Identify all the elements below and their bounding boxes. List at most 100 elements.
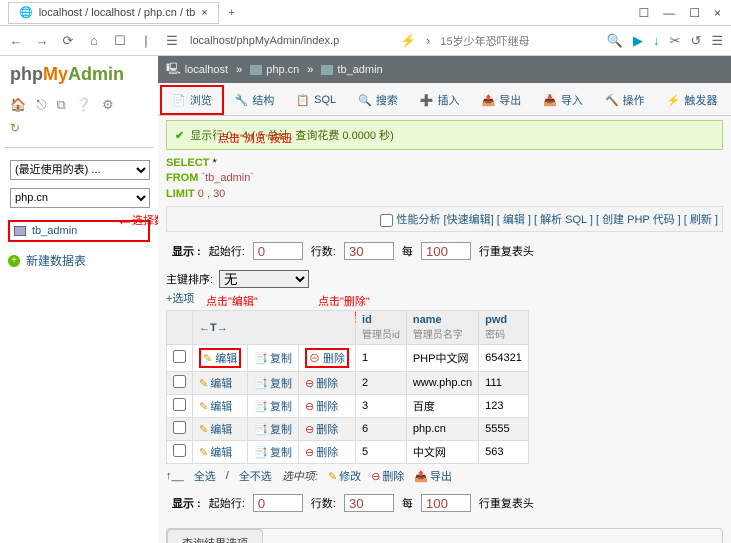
- pencil-icon: ✎: [328, 470, 337, 483]
- undo-icon[interactable]: ↺: [690, 33, 701, 49]
- row-copy[interactable]: 📑 复制: [254, 350, 292, 366]
- reload-button[interactable]: ⟳: [60, 33, 76, 49]
- profiling-checkbox[interactable]: [380, 214, 393, 227]
- row-copy[interactable]: 📑 复制: [254, 444, 292, 460]
- help-icon[interactable]: ❔: [76, 97, 92, 113]
- pencil-icon: ✎: [199, 423, 208, 436]
- cell-id: 1: [356, 345, 407, 372]
- search-hint[interactable]: 15岁少年恐吓继母: [440, 33, 540, 49]
- row-checkbox[interactable]: [173, 421, 186, 434]
- query-icon[interactable]: ⧉: [56, 97, 65, 113]
- col-id[interactable]: id管理员id: [356, 311, 407, 345]
- home-icon[interactable]: 🏠: [10, 97, 26, 113]
- close-tab-icon[interactable]: ×: [201, 7, 207, 19]
- row-copy[interactable]: 📑 复制: [254, 421, 292, 437]
- refresh-icon[interactable]: ↻: [10, 121, 20, 135]
- copy-icon: 📑: [254, 446, 268, 459]
- col-pwd[interactable]: pwd密码: [479, 311, 529, 345]
- row-edit[interactable]: ✎ 编辑: [199, 348, 241, 368]
- tab-sql[interactable]: 📋SQL: [285, 85, 347, 115]
- row-edit[interactable]: ✎ 编辑: [199, 421, 232, 437]
- tab-triggers[interactable]: ⚡触发器: [656, 85, 729, 115]
- db-icon: [250, 65, 262, 75]
- row-delete[interactable]: ⊖ 删除: [305, 375, 338, 391]
- home-button[interactable]: ⌂: [86, 33, 102, 48]
- row-delete[interactable]: ⊖ 删除: [305, 348, 349, 368]
- row-checkbox[interactable]: [173, 444, 186, 457]
- sql-query-display: SELECT * FROM `tb_admin` LIMIT 0 , 30: [166, 156, 723, 202]
- repeat-header-input-bottom[interactable]: [421, 494, 471, 512]
- rows-input[interactable]: [344, 242, 394, 260]
- close-window-button[interactable]: ×: [714, 6, 721, 20]
- back-button[interactable]: ←: [8, 33, 24, 48]
- menu-icon[interactable]: ☰: [711, 33, 723, 49]
- search-icon[interactable]: 🔍: [607, 33, 623, 49]
- start-row-input-bottom[interactable]: [253, 494, 303, 512]
- logout-icon[interactable]: ⎋: [36, 97, 46, 113]
- bulk-delete[interactable]: ⊖ 删除: [371, 468, 404, 484]
- options-toggle[interactable]: +选项: [166, 293, 194, 305]
- forward-button[interactable]: →: [34, 33, 50, 48]
- table-row: ✎ 编辑📑 复制⊖ 删除5中文网563: [167, 441, 529, 464]
- edit-link[interactable]: 编辑: [503, 214, 525, 226]
- cut-icon[interactable]: ✂: [670, 33, 681, 49]
- sort-select[interactable]: 无: [219, 270, 309, 288]
- tab-browse[interactable]: 📄浏览: [160, 85, 224, 115]
- pencil-icon: ✎: [199, 400, 208, 413]
- tab-structure[interactable]: 🔧结构: [224, 85, 286, 115]
- address-bar[interactable]: localhost/phpMyAdmin/index.p: [190, 35, 390, 47]
- row-edit[interactable]: ✎ 编辑: [199, 444, 232, 460]
- copy-icon: 📑: [254, 352, 268, 365]
- row-delete[interactable]: ⊖ 删除: [305, 398, 338, 414]
- row-edit[interactable]: ✎ 编辑: [199, 398, 232, 414]
- create-php-link[interactable]: 创建 PHP 代码: [602, 214, 675, 226]
- bookmark-button[interactable]: ☐: [112, 33, 128, 49]
- tab-insert[interactable]: ➕插入: [409, 85, 471, 115]
- new-tab-button[interactable]: +: [221, 2, 243, 24]
- select-none-link[interactable]: 全不选: [239, 468, 272, 484]
- row-checkbox[interactable]: [173, 375, 186, 388]
- tab-search[interactable]: 🔍搜索: [347, 85, 409, 115]
- tab-export[interactable]: 📤导出: [471, 85, 533, 115]
- breadcrumb-server[interactable]: 🖳localhost: [166, 60, 228, 79]
- table-icon: [14, 226, 26, 236]
- bookmark-icon[interactable]: ☐: [638, 6, 649, 20]
- tab-import[interactable]: 📥导入: [532, 85, 594, 115]
- tab-operations[interactable]: 🔨操作: [594, 85, 656, 115]
- quick-edit-link[interactable]: 快速编辑: [447, 214, 491, 226]
- row-delete[interactable]: ⊖ 删除: [305, 421, 338, 437]
- minimize-button[interactable]: —: [663, 6, 675, 20]
- database-select[interactable]: php.cn: [10, 188, 150, 208]
- sql-icon: 📋: [296, 94, 310, 107]
- data-table: ←T→ id管理员id name管理员名字 pwd密码 ✎ 编辑📑 复制⊖ 删除…: [166, 310, 529, 464]
- row-copy[interactable]: 📑 复制: [254, 375, 292, 391]
- new-table-link[interactable]: + 新建数据表: [8, 252, 150, 269]
- row-edit[interactable]: ✎ 编辑: [199, 375, 232, 391]
- cell-id: 3: [356, 395, 407, 418]
- recent-tables-select[interactable]: (最近使用的表) ...: [10, 160, 150, 180]
- settings-icon[interactable]: ⚙: [102, 97, 114, 113]
- refresh-link[interactable]: 刷新: [690, 214, 712, 226]
- search-icon: 🔍: [358, 94, 372, 107]
- maximize-button[interactable]: ☐: [689, 6, 700, 20]
- select-all-link[interactable]: 全选: [194, 468, 216, 484]
- breadcrumb-database[interactable]: php.cn: [250, 64, 299, 76]
- play-icon[interactable]: ▶: [633, 33, 643, 49]
- row-checkbox[interactable]: [173, 398, 186, 411]
- row-checkbox[interactable]: [173, 350, 186, 363]
- download-icon[interactable]: ↓: [653, 33, 660, 48]
- explain-link[interactable]: 解析 SQL: [540, 214, 587, 226]
- row-copy[interactable]: 📑 复制: [254, 398, 292, 414]
- results-options-tab[interactable]: 查询结果选项: [167, 529, 263, 543]
- row-delete[interactable]: ⊖ 删除: [305, 444, 338, 460]
- rows-input-bottom[interactable]: [344, 494, 394, 512]
- browser-tab[interactable]: 🌐 localhost / localhost / php.cn / tb ×: [8, 2, 219, 24]
- col-name[interactable]: name管理员名字: [406, 311, 478, 345]
- start-row-input[interactable]: [253, 242, 303, 260]
- bulk-edit[interactable]: ✎ 修改: [328, 468, 361, 484]
- repeat-header-input[interactable]: [421, 242, 471, 260]
- breadcrumb-table[interactable]: tb_admin: [321, 64, 382, 76]
- server-icon: 🖳: [166, 60, 181, 79]
- table-row: ✎ 编辑📑 复制⊖ 删除1PHP中文网654321: [167, 345, 529, 372]
- bulk-export[interactable]: 📤 导出: [414, 468, 452, 484]
